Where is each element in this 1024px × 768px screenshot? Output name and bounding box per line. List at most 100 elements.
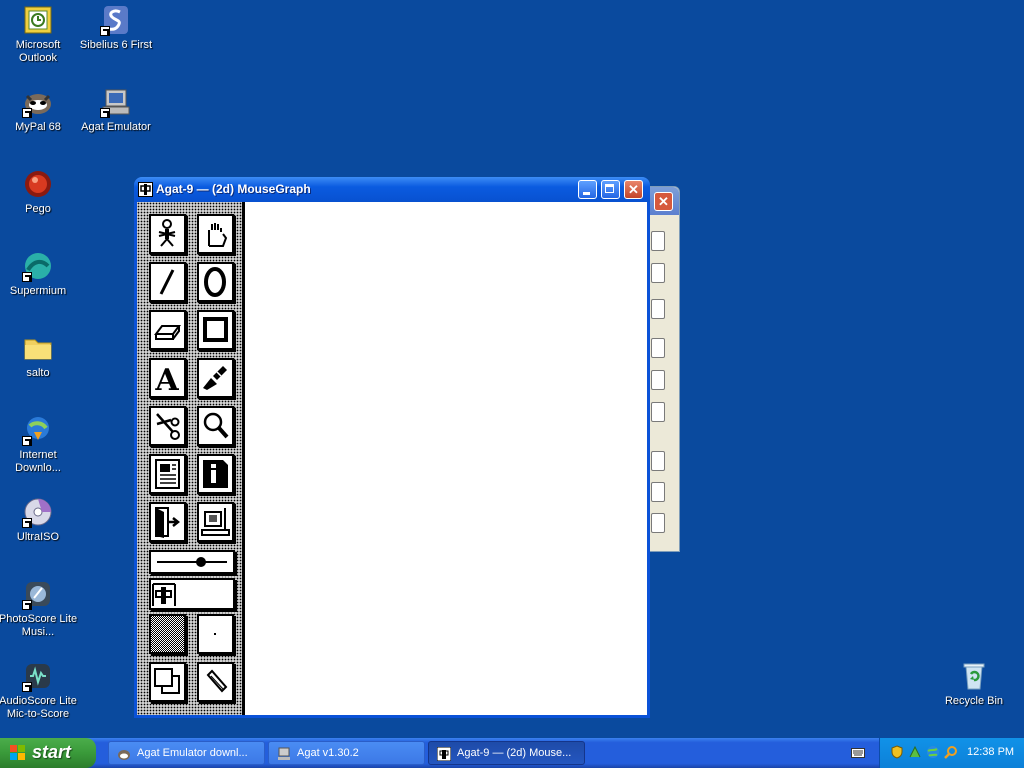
background-window-field[interactable]	[651, 402, 665, 422]
desktop-icon-internet-download[interactable]: Internet Downlo...	[0, 414, 78, 475]
outlook-icon	[22, 4, 54, 36]
copy-tool[interactable]	[149, 662, 186, 702]
info-tool[interactable]	[197, 454, 234, 494]
window-client-area: A	[137, 202, 647, 715]
brush-tool[interactable]	[197, 358, 234, 398]
system-tray: 12:38 PM	[879, 738, 1024, 768]
printer-tool[interactable]	[197, 502, 234, 542]
photoscore-icon	[22, 578, 54, 610]
background-window-field[interactable]	[651, 370, 665, 390]
pattern-tool[interactable]	[149, 614, 186, 654]
background-window-field[interactable]	[651, 451, 665, 471]
text-tool[interactable]: A	[149, 358, 186, 398]
desktop-icon-supermium[interactable]: Supermium	[0, 250, 78, 298]
brush-icon	[203, 366, 227, 390]
rectangle-tool[interactable]	[197, 310, 234, 350]
hand-icon	[208, 223, 228, 247]
network-icon[interactable]	[908, 745, 922, 759]
scissors-icon	[156, 413, 180, 440]
desktop-icon-mypal[interactable]: MyPal 68	[0, 86, 78, 134]
desktop-icon-recycle-bin[interactable]: Recycle Bin	[934, 660, 1014, 708]
desktop-icon-label: Sibelius 6 First	[79, 39, 153, 51]
keyboard-icon[interactable]	[851, 747, 865, 759]
desktop-icon-label: AudioScore Lite Mic-to-Score	[0, 695, 77, 720]
ellipse-tool[interactable]	[197, 262, 234, 302]
background-window-field[interactable]	[651, 263, 665, 283]
taskbar-button-agat-v1302[interactable]: Agat v1.30.2	[268, 741, 425, 765]
start-button[interactable]: start	[0, 738, 96, 768]
tool-palette: A	[137, 202, 245, 715]
exit-tool[interactable]	[149, 502, 186, 542]
slider-tool[interactable]	[149, 550, 235, 574]
scissors-tool[interactable]	[149, 406, 186, 446]
desktop-icon-label: Supermium	[9, 285, 67, 297]
taskbar-button-mousegraph[interactable]: Agat-9 — (2d) Mouse...	[428, 741, 585, 765]
skeleton-icon	[158, 219, 176, 247]
desktop-icon-label: Pego	[25, 203, 51, 215]
background-window-field[interactable]	[651, 482, 665, 502]
desktop-icon-ultraiso[interactable]: UltraISO	[0, 496, 78, 544]
eraser-tool[interactable]	[149, 310, 186, 350]
eraser-icon	[154, 325, 181, 340]
taskbar-button-label: Agat-9 — (2d) Mouse...	[457, 747, 572, 759]
recycle-bin-icon	[958, 660, 990, 692]
skeleton-tool[interactable]	[149, 214, 186, 254]
close-button[interactable]: ✕	[624, 180, 643, 199]
background-window-close-button[interactable]: ✕	[654, 192, 673, 211]
taskbar: start Agat Emulator downl... Agat v1.30.…	[0, 738, 1024, 768]
desktop-icon-label: Internet Downlo...	[15, 449, 61, 474]
document-icon	[155, 459, 180, 489]
globe-icon[interactable]	[926, 745, 940, 759]
start-label: start	[32, 742, 72, 762]
pencil-icon	[206, 669, 228, 693]
desktop-icon-salto[interactable]: salto	[0, 332, 78, 380]
svg-text:A: A	[154, 363, 179, 396]
line-tool[interactable]	[149, 262, 186, 302]
desktop-icon-audioscore[interactable]: AudioScore Lite Mic-to-Score	[0, 660, 78, 721]
desktop-icon-sibelius[interactable]: Sibelius 6 First	[76, 4, 156, 52]
agat-app-icon[interactable]	[138, 182, 153, 197]
background-window-field[interactable]	[651, 513, 665, 533]
pen-size-tool[interactable]	[197, 614, 234, 654]
mousegraph-window[interactable]: Agat-9 — (2d) MouseGraph ✕ A	[134, 177, 650, 718]
desktop-icon-label: PhotoScore Lite Musi...	[0, 613, 78, 638]
search-icon[interactable]	[944, 745, 958, 759]
background-window-field[interactable]	[651, 231, 665, 251]
slider-icon	[157, 557, 227, 567]
taskbar-button-agat-download[interactable]: Agat Emulator downl...	[108, 741, 265, 765]
mypal-icon	[118, 750, 130, 760]
pencil-tool[interactable]	[197, 662, 234, 702]
desktop-icon-label: Agat Emulator	[81, 121, 151, 133]
hand-tool[interactable]	[197, 214, 234, 254]
desktop-icon-label: MyPal 68	[15, 121, 61, 133]
magnifier-tool[interactable]	[197, 406, 234, 446]
line-icon	[159, 269, 175, 295]
info-icon	[203, 460, 228, 488]
desktop-icon-photoscore[interactable]: PhotoScore Lite Musi...	[0, 578, 78, 639]
agat-emulator-icon	[100, 86, 132, 118]
desktop-icon-pego[interactable]: Pego	[0, 168, 78, 216]
font-selector[interactable]	[149, 578, 235, 610]
drawing-canvas[interactable]	[245, 202, 647, 715]
background-window-field[interactable]	[651, 338, 665, 358]
document-tool[interactable]	[149, 454, 186, 494]
background-window-field[interactable]	[651, 299, 665, 319]
desktop-icon-outlook[interactable]: Microsoft Outlook	[0, 4, 78, 65]
ellipse-icon	[204, 267, 226, 297]
desktop-icon-label: salto	[26, 367, 50, 379]
desktop-icon-agat-emulator[interactable]: Agat Emulator	[76, 86, 156, 134]
maximize-button[interactable]	[601, 180, 620, 199]
window-titlebar[interactable]: Agat-9 — (2d) MouseGraph ✕	[134, 177, 650, 202]
agat-emulator-icon	[278, 747, 290, 760]
text-icon: A	[154, 363, 179, 396]
minimize-button[interactable]	[578, 180, 597, 199]
mypal-icon	[22, 86, 54, 118]
security-shield-icon[interactable]	[890, 745, 904, 759]
exit-icon	[155, 507, 181, 538]
pego-icon	[22, 168, 54, 200]
maximize-icon	[605, 184, 614, 193]
copy-icon	[154, 668, 180, 694]
internet-download-icon	[22, 414, 54, 446]
agat-app-icon	[437, 747, 451, 761]
clock[interactable]: 12:38 PM	[967, 746, 1014, 758]
